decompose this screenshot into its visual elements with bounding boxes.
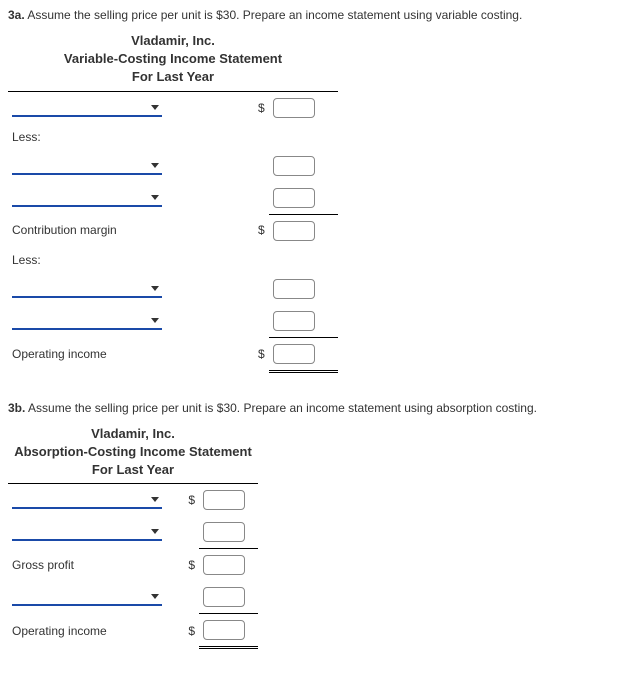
- expense-select-3b[interactable]: [12, 588, 162, 606]
- less-item-2-select[interactable]: [12, 189, 162, 207]
- statement-3a-header: Vladamir, Inc. Variable-Costing Income S…: [8, 32, 338, 87]
- sales-input-3b[interactable]: [203, 490, 245, 510]
- gross-profit-input[interactable]: [203, 555, 245, 575]
- less-item-4-select[interactable]: [12, 312, 162, 330]
- statement-period: For Last Year: [8, 68, 338, 86]
- statement-3b-header: Vladamir, Inc. Absorption-Costing Income…: [8, 425, 258, 480]
- less-item-3-input[interactable]: [273, 279, 315, 299]
- less-item-3-select[interactable]: [12, 280, 162, 298]
- operating-income-label-3b: Operating income: [8, 614, 179, 648]
- question-3b-text: Assume the selling price per unit is $30…: [25, 401, 537, 415]
- company-name: Vladamir, Inc.: [8, 32, 338, 50]
- question-3a-number: 3a.: [8, 8, 25, 22]
- dollar-sign: $: [179, 484, 199, 517]
- dollar-sign: $: [245, 91, 269, 124]
- variable-costing-table: Vladamir, Inc. Variable-Costing Income S…: [8, 32, 338, 373]
- statement-title: Absorption-Costing Income Statement: [8, 443, 258, 461]
- less-item-1-input[interactable]: [273, 156, 315, 176]
- less-label-1: Less:: [8, 124, 245, 150]
- statement-title: Variable-Costing Income Statement: [8, 50, 338, 68]
- absorption-costing-table: Vladamir, Inc. Absorption-Costing Income…: [8, 425, 258, 650]
- question-3a: 3a. Assume the selling price per unit is…: [8, 8, 626, 373]
- less-item-1-select[interactable]: [12, 157, 162, 175]
- gross-profit-label: Gross profit: [8, 549, 179, 582]
- cogs-input-3b[interactable]: [203, 522, 245, 542]
- operating-income-input-3a[interactable]: [273, 344, 315, 364]
- sales-input[interactable]: [273, 98, 315, 118]
- dollar-sign: $: [179, 614, 199, 648]
- question-3b: 3b. Assume the selling price per unit is…: [8, 401, 626, 650]
- company-name: Vladamir, Inc.: [8, 425, 258, 443]
- dollar-sign: $: [245, 214, 269, 247]
- question-3a-prompt: 3a. Assume the selling price per unit is…: [8, 8, 626, 22]
- question-3a-text: Assume the selling price per unit is $30…: [25, 8, 523, 22]
- statement-period: For Last Year: [8, 461, 258, 479]
- sales-select-3b[interactable]: [12, 491, 162, 509]
- operating-income-label-3a: Operating income: [8, 337, 245, 371]
- operating-income-input-3b[interactable]: [203, 620, 245, 640]
- cogs-select-3b[interactable]: [12, 523, 162, 541]
- dollar-sign: $: [245, 337, 269, 371]
- less-item-2-input[interactable]: [273, 188, 315, 208]
- dollar-sign: $: [179, 549, 199, 582]
- contribution-margin-label: Contribution margin: [8, 214, 245, 247]
- contribution-margin-input[interactable]: [273, 221, 315, 241]
- expense-input-3b[interactable]: [203, 587, 245, 607]
- question-3b-prompt: 3b. Assume the selling price per unit is…: [8, 401, 626, 415]
- less-label-2: Less:: [8, 247, 245, 273]
- sales-select[interactable]: [12, 99, 162, 117]
- question-3b-number: 3b.: [8, 401, 25, 415]
- less-item-4-input[interactable]: [273, 311, 315, 331]
